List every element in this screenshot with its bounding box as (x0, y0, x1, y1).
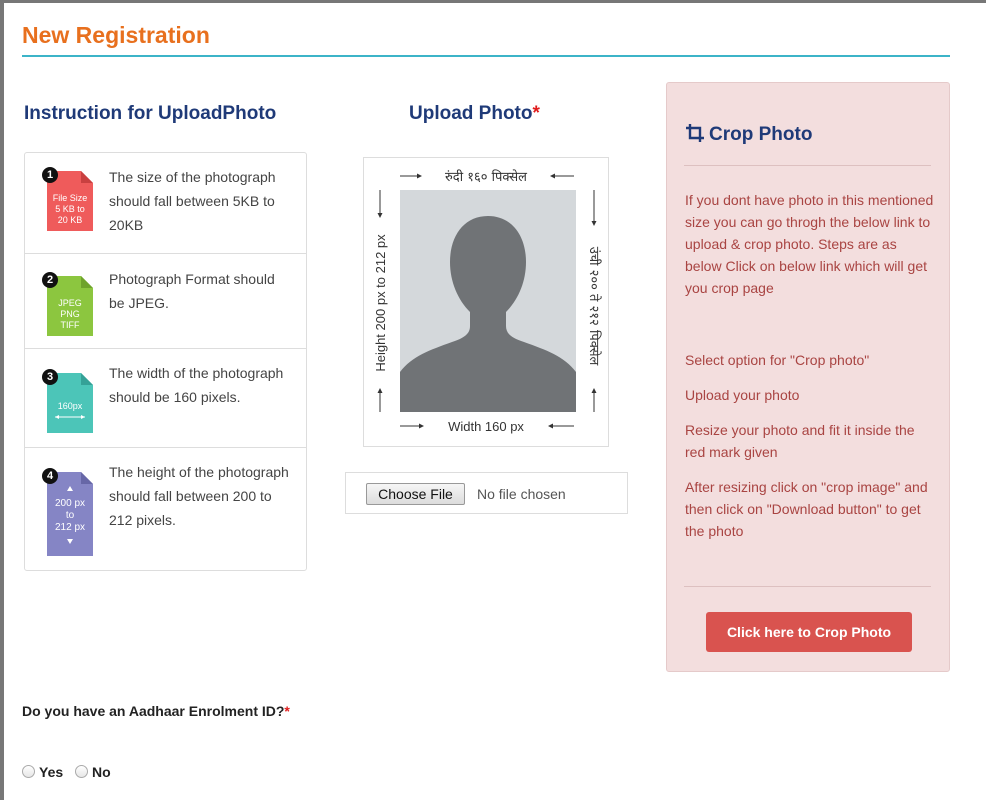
instruction-text: The size of the photograph should fall b… (109, 169, 276, 233)
sample-height-label-left: Height 200 px to 212 px (373, 234, 388, 372)
instruction-text: The width of the photograph should be 16… (109, 365, 284, 405)
sample-width-label-bottom: Width 160 px (448, 419, 524, 434)
file-height-icon: 200 px to 212 px (47, 472, 93, 556)
radio-no-label: No (92, 764, 111, 780)
crop-photo-heading: Crop Photo (685, 123, 812, 146)
file-size-icon-line: 5 KB to (55, 204, 85, 214)
instructions-heading: Instruction for UploadPhoto (24, 103, 277, 124)
file-format-icon-line: PNG (60, 309, 80, 319)
required-star: * (532, 103, 540, 124)
file-size-icon-line: 20 KB (58, 215, 83, 225)
file-upload-field: Choose File No file chosen (345, 472, 628, 514)
step-number-badge: 3 (42, 369, 58, 385)
crop-divider-bottom (684, 586, 931, 587)
instruction-item-size: File Size 5 KB to 20 KB 1 The size of th… (25, 153, 306, 253)
crop-photo-heading-text: Crop Photo (709, 124, 813, 145)
step-number-badge: 2 (42, 272, 58, 288)
file-format-icon-line: TIFF (61, 320, 80, 330)
required-star: * (284, 703, 290, 719)
radio-yes-label: Yes (39, 764, 64, 780)
sample-height-label-right: उंची २०० ते २१२ पिक्सेल (586, 247, 602, 366)
crop-photo-button[interactable]: Click here to Crop Photo (706, 612, 912, 652)
radio-option-yes[interactable]: Yes (22, 764, 63, 780)
step-number-badge: 4 (42, 468, 58, 484)
aadhaar-question-text: Do you have an Aadhaar Enrolment ID? (22, 703, 285, 719)
title-divider (22, 55, 950, 57)
file-height-icon-line: 212 px (55, 522, 85, 533)
crop-step-text: Select option for "Crop photo" (685, 352, 870, 368)
crop-photo-panel: Crop Photo If you dont have photo in thi… (666, 82, 950, 672)
sample-photo-frame: रुंदी १६० पिक्सेल Width 160 px Height 20… (363, 157, 609, 447)
step-number-badge: 1 (42, 167, 58, 183)
instruction-text: Photograph Format should be JPEG. (109, 271, 275, 311)
instruction-item-height: 200 px to 212 px 4 The height of the pho… (25, 447, 306, 570)
aadhaar-radio-group: Yes No (22, 764, 119, 780)
no-file-chosen-text: No file chosen (477, 486, 566, 502)
choose-file-button[interactable]: Choose File (366, 483, 465, 505)
instruction-text: The height of the photograph should fall… (109, 464, 289, 528)
page-title: New Registration (22, 22, 210, 48)
crop-icon (686, 124, 704, 142)
aadhaar-question: Do you have an Aadhaar Enrolment ID?* (22, 698, 302, 724)
instruction-item-format: JPEG PNG TIFF 2 Photograph Format should… (25, 253, 306, 348)
instructions-list: File Size 5 KB to 20 KB 1 The size of th… (24, 152, 307, 571)
file-size-icon-line: File Size (53, 193, 88, 203)
crop-step-text: Resize your photo and fit it inside the … (685, 422, 915, 460)
sample-width-label-top: रुंदी १६० पिक्सेल (445, 169, 527, 185)
crop-step-text: Upload your photo (685, 387, 800, 403)
file-height-icon-line: to (66, 510, 75, 521)
crop-step-text: After resizing click on "crop image" and… (685, 479, 928, 539)
crop-instruction-text: If you dont have photo in this mentioned… (685, 192, 934, 296)
upload-photo-heading-text: Upload Photo (409, 103, 533, 124)
radio-yes[interactable] (22, 765, 35, 778)
instruction-item-width: 160px 3 The width of the photograph shou… (25, 348, 306, 447)
upload-photo-heading: Upload Photo* (409, 103, 540, 125)
file-format-icon-line: JPEG (58, 298, 82, 308)
file-height-icon-line: 200 px (55, 498, 85, 509)
file-width-icon-line: 160px (58, 401, 83, 411)
crop-divider-top (684, 165, 931, 166)
radio-no[interactable] (75, 765, 89, 778)
sample-photo-guide: रुंदी १६० पिक्सेल Width 160 px Height 20… (373, 169, 602, 434)
radio-option-no[interactable]: No (75, 764, 111, 780)
